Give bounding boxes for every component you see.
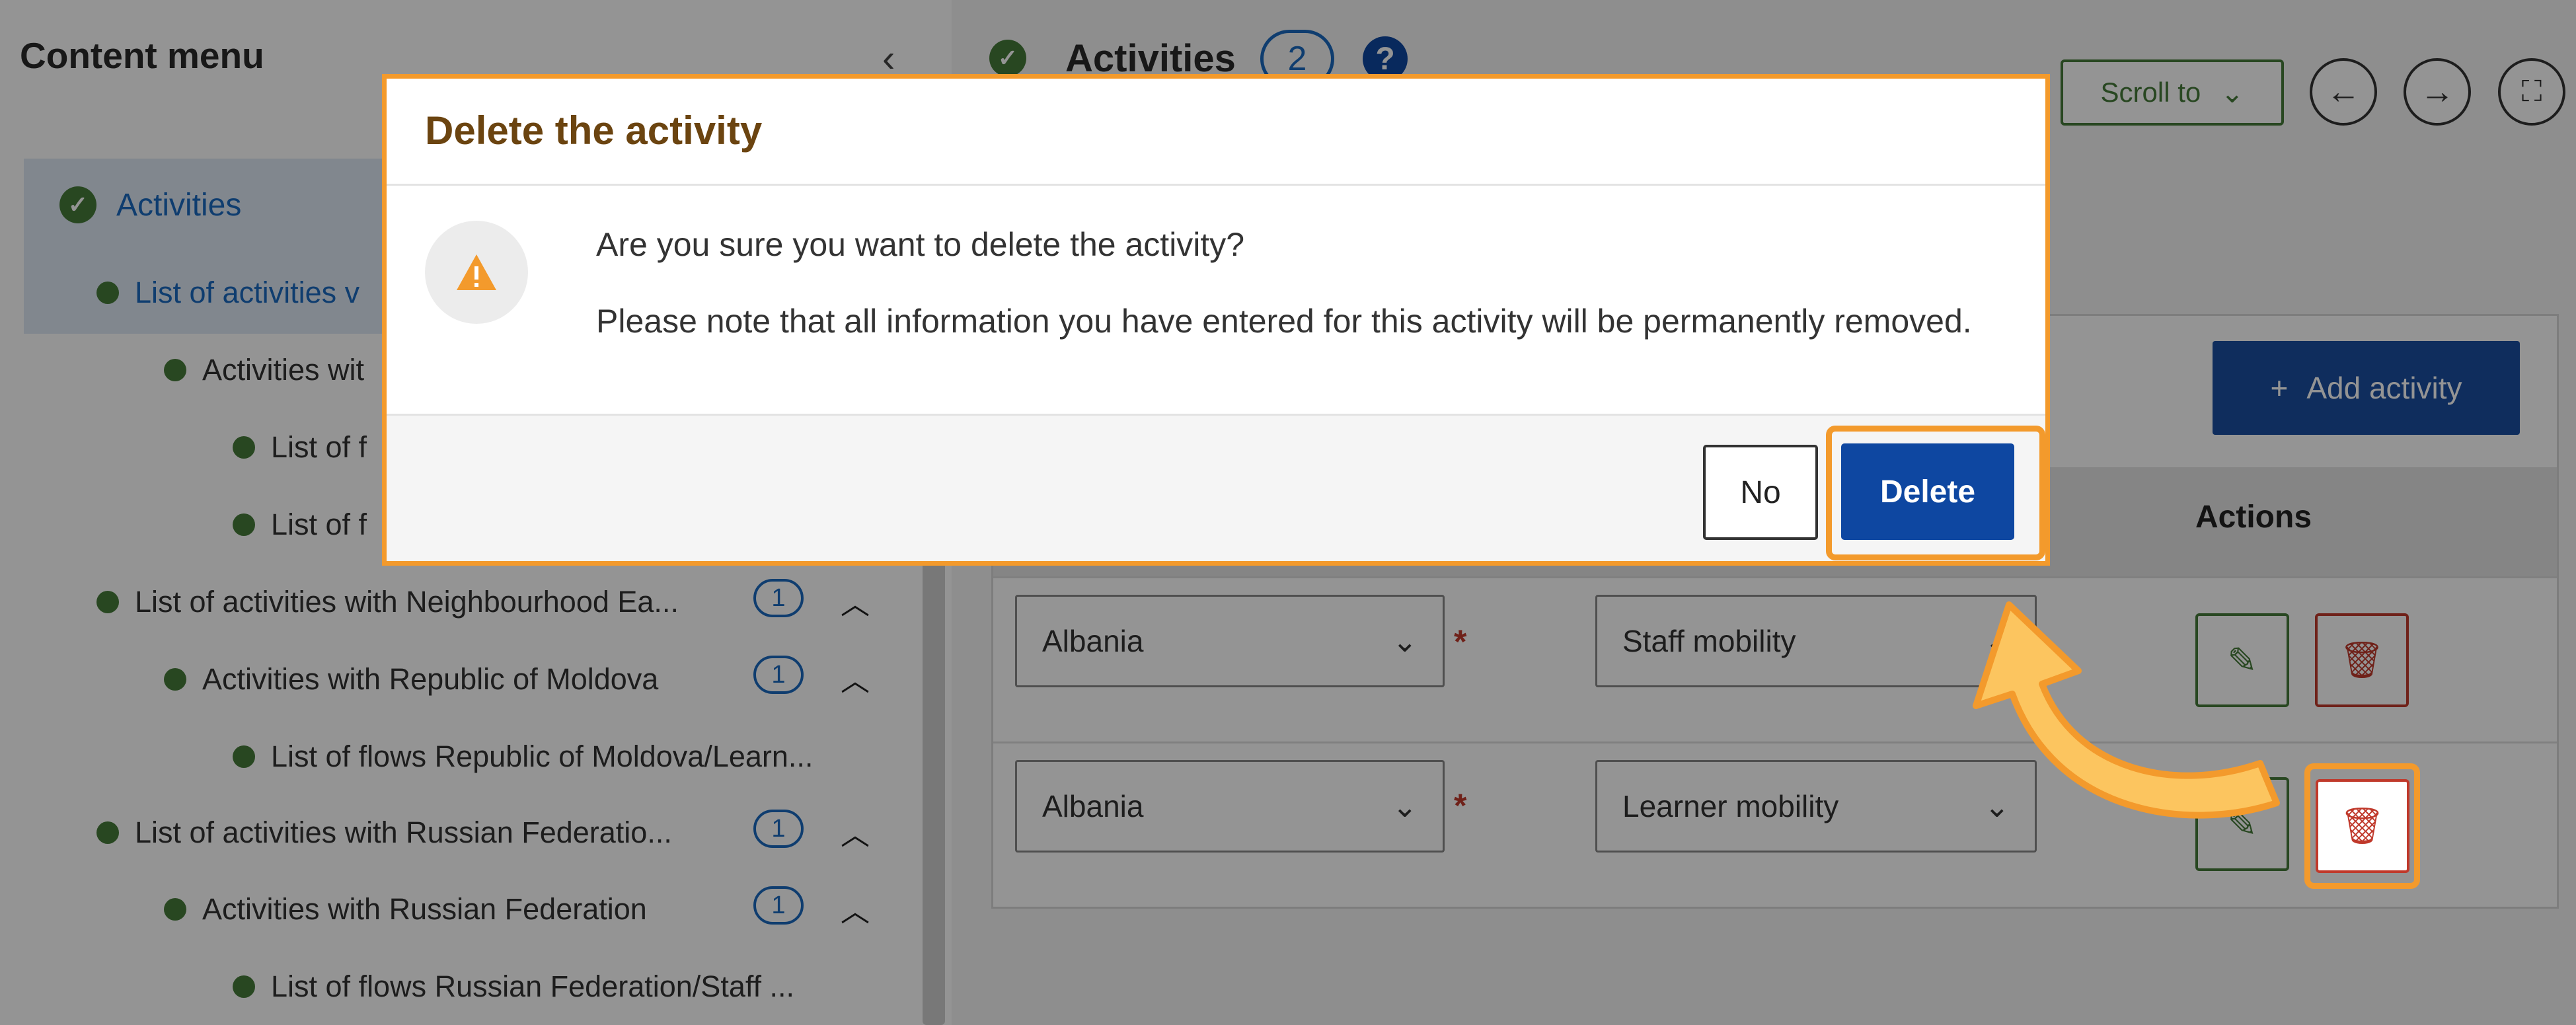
- delete-activity-dialog: Delete the activity Are you sure you wan…: [382, 74, 2050, 566]
- dialog-message: Are you sure you want to delete the acti…: [596, 226, 1245, 263]
- delete-button[interactable]: Delete: [1841, 443, 2014, 540]
- no-button[interactable]: No: [1703, 445, 1818, 540]
- highlighted-delete-row-button[interactable]: 🗑: [2304, 763, 2420, 889]
- guidance-arrow-icon: [1973, 601, 2280, 819]
- dialog-title: Delete the activity: [425, 108, 763, 153]
- warning-icon: [425, 221, 528, 324]
- dialog-warning-note: Please note that all information you hav…: [596, 303, 1972, 340]
- trash-icon: 🗑: [2315, 779, 2409, 873]
- dialog-header: Delete the activity: [387, 79, 2045, 186]
